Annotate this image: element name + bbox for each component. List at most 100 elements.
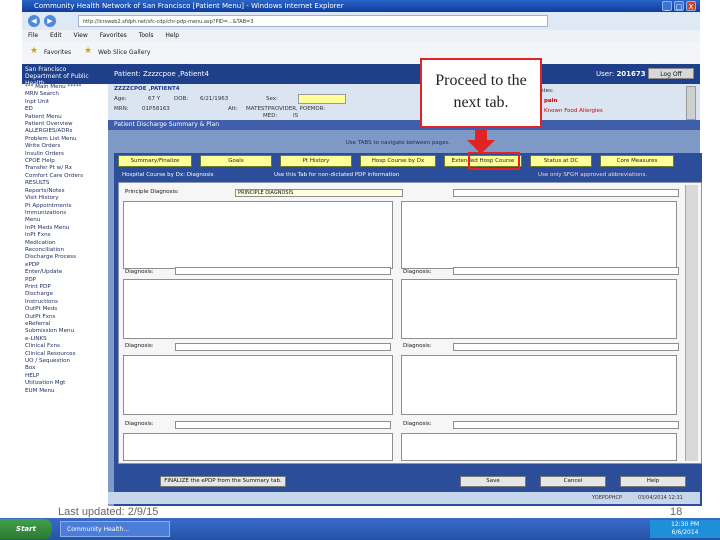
nav-item[interactable]: Print PDP xyxy=(22,284,108,291)
principle-diagnosis-label: Principle Diagnosis: xyxy=(125,189,179,195)
principle-diagnosis-field[interactable]: PRINCIPLE DIAGNOSIS xyxy=(235,189,403,197)
nav-item[interactable]: Problem List Menu xyxy=(22,136,108,143)
menu-bar: File Edit View Favorites Tools Help xyxy=(22,30,700,42)
nav-item[interactable]: Patient Overview xyxy=(22,121,108,128)
info-scrollbar[interactable] xyxy=(686,86,696,120)
nav-item[interactable]: EUM Menu xyxy=(22,388,108,395)
nav-item[interactable]: ePDP xyxy=(22,262,108,269)
nav-item[interactable]: Immunizations xyxy=(22,210,108,217)
nav-item[interactable]: MRN Search xyxy=(22,91,108,98)
web-slice-gallery-link[interactable]: Web Slice Gallery xyxy=(98,49,150,56)
save-button[interactable]: Save xyxy=(460,476,526,487)
tab-goals[interactable]: Goals xyxy=(200,155,272,167)
nav-item[interactable]: Reconciliation xyxy=(22,247,108,254)
forward-icon[interactable]: ▶ xyxy=(44,15,56,27)
diagnosis-field-r1[interactable] xyxy=(453,267,679,275)
nav-item[interactable]: Patient Menu xyxy=(22,114,108,121)
diagnosis-text-l3[interactable] xyxy=(123,355,393,415)
diagnosis-panel: Principle Diagnosis: PRINCIPLE DIAGNOSIS… xyxy=(118,182,702,464)
log-off-button[interactable]: Log Off xyxy=(648,68,694,79)
nav-item[interactable]: Box xyxy=(22,365,108,372)
taskbar-ie-window[interactable]: Community Health... xyxy=(60,521,170,537)
diagnosis-field-l3[interactable] xyxy=(175,421,391,429)
nav-item[interactable]: OutPt Meds xyxy=(22,306,108,313)
sex-field xyxy=(298,94,346,104)
maximize-button[interactable]: □ xyxy=(674,1,684,11)
menu-tools[interactable]: Tools xyxy=(139,32,154,39)
nav-item[interactable]: ED xyxy=(22,106,108,113)
panel-scrollbar[interactable] xyxy=(685,185,698,461)
menu-file[interactable]: File xyxy=(28,32,38,39)
diagnosis-field-l2[interactable] xyxy=(175,343,391,351)
nav-item[interactable]: Pt Appointments xyxy=(22,203,108,210)
close-button[interactable]: X xyxy=(686,1,696,11)
nav-item[interactable]: Menu xyxy=(22,217,108,224)
nav-item[interactable]: Inpt Unit xyxy=(22,99,108,106)
nav-item[interactable]: Medication xyxy=(22,240,108,247)
menu-view[interactable]: View xyxy=(74,32,88,39)
nav-item[interactable]: Reports/Notes xyxy=(22,188,108,195)
tab-summary-finalize[interactable]: Summary/Finalize xyxy=(118,155,192,167)
diagnosis-text-r1[interactable] xyxy=(401,201,677,269)
nav-item[interactable]: HELP xyxy=(22,373,108,380)
nav-item[interactable]: Discharge xyxy=(22,291,108,298)
menu-help[interactable]: Help xyxy=(165,32,179,39)
page-title: Patient Discharge Summary & Plan xyxy=(108,120,700,130)
nav-item[interactable]: Insulin Orders xyxy=(22,151,108,158)
callout-box: Proceed to the next tab. xyxy=(420,58,542,128)
diagnosis-field-r2[interactable] xyxy=(453,343,679,351)
cancel-button[interactable]: Cancel xyxy=(540,476,606,487)
url-field[interactable]: http://lcrsweb2.sfdph.net/sfc-cdp/chr-pd… xyxy=(78,15,548,27)
nav-item[interactable]: Utilization Mgt xyxy=(22,380,108,387)
nav-item[interactable]: Instructions xyxy=(22,299,108,306)
star-icon[interactable]: ★ xyxy=(30,46,38,56)
diagnosis-text-r3[interactable] xyxy=(401,355,677,415)
nav-item[interactable]: UO / Sequestion xyxy=(22,358,108,365)
start-button[interactable]: Start xyxy=(0,519,52,539)
add-favorite-icon[interactable]: ★ xyxy=(84,46,92,56)
nav-item[interactable]: e-LINKS xyxy=(22,336,108,343)
diagnosis-text-l2[interactable] xyxy=(123,279,393,339)
tab-hosp-course-by-dx[interactable]: Hosp Course by Dx xyxy=(360,155,436,167)
nav-item[interactable]: Comfort Care Orders xyxy=(22,173,108,180)
nav-item[interactable]: ALLERGIES/ADRs xyxy=(22,128,108,135)
nav-item[interactable]: eReferral xyxy=(22,321,108,328)
nav-item[interactable]: Write Orders xyxy=(22,143,108,150)
diagnosis-text-l1[interactable] xyxy=(123,201,393,269)
favorites-button[interactable]: Favorites xyxy=(44,49,71,56)
last-updated: Last updated: 2/9/15 xyxy=(58,506,159,518)
help-button[interactable]: Help xyxy=(620,476,686,487)
diagnosis-field-l1[interactable] xyxy=(175,267,391,275)
finalize-button[interactable]: FINALIZE the ePDP from the Summary tab. xyxy=(160,476,286,487)
menu-edit[interactable]: Edit xyxy=(50,32,62,39)
diagnosis-text-l4[interactable] xyxy=(123,433,393,461)
nav-item[interactable]: RESULTS xyxy=(22,180,108,187)
minimize-button[interactable]: _ xyxy=(662,1,672,11)
user-id: 201673 xyxy=(616,70,646,78)
nav-item[interactable]: Discharge Process xyxy=(22,254,108,261)
nav-item[interactable]: OutPt Fxns xyxy=(22,314,108,321)
tab-status-at-dc[interactable]: Status at DC xyxy=(530,155,592,167)
diagnosis-text-r2[interactable] xyxy=(401,279,677,339)
nav-item[interactable]: Visit History xyxy=(22,195,108,202)
nav-item[interactable]: InPt Meds Menu xyxy=(22,225,108,232)
diagnosis-field-r0[interactable] xyxy=(453,189,679,197)
nav-item[interactable]: *** Main Menu ***** xyxy=(22,84,108,91)
menu-favorites[interactable]: Favorites xyxy=(100,32,127,39)
nav-item[interactable]: Transfer Pt w/ Rx xyxy=(22,165,108,172)
status-user-code: YOEPDPHCP xyxy=(592,495,623,501)
diagnosis-field-r3[interactable] xyxy=(453,421,679,429)
tab-pt-history[interactable]: Pt History xyxy=(280,155,352,167)
diagnosis-text-r4[interactable] xyxy=(401,433,677,461)
tab-highlight-box xyxy=(468,152,520,170)
nav-item[interactable]: InPt Fxns xyxy=(22,232,108,239)
nav-item[interactable]: Enter/Update xyxy=(22,269,108,276)
back-icon[interactable]: ◀ xyxy=(28,15,40,27)
nav-item[interactable]: Submission Menu xyxy=(22,328,108,335)
tab-core-measures[interactable]: Core Measures xyxy=(600,155,674,167)
nav-item[interactable]: PDP xyxy=(22,277,108,284)
user-label: User: 201673 xyxy=(596,70,646,78)
nav-item[interactable]: Clinical Resources xyxy=(22,351,108,358)
nav-item[interactable]: Clinical Fxns xyxy=(22,343,108,350)
nav-item[interactable]: CPOE Help xyxy=(22,158,108,165)
